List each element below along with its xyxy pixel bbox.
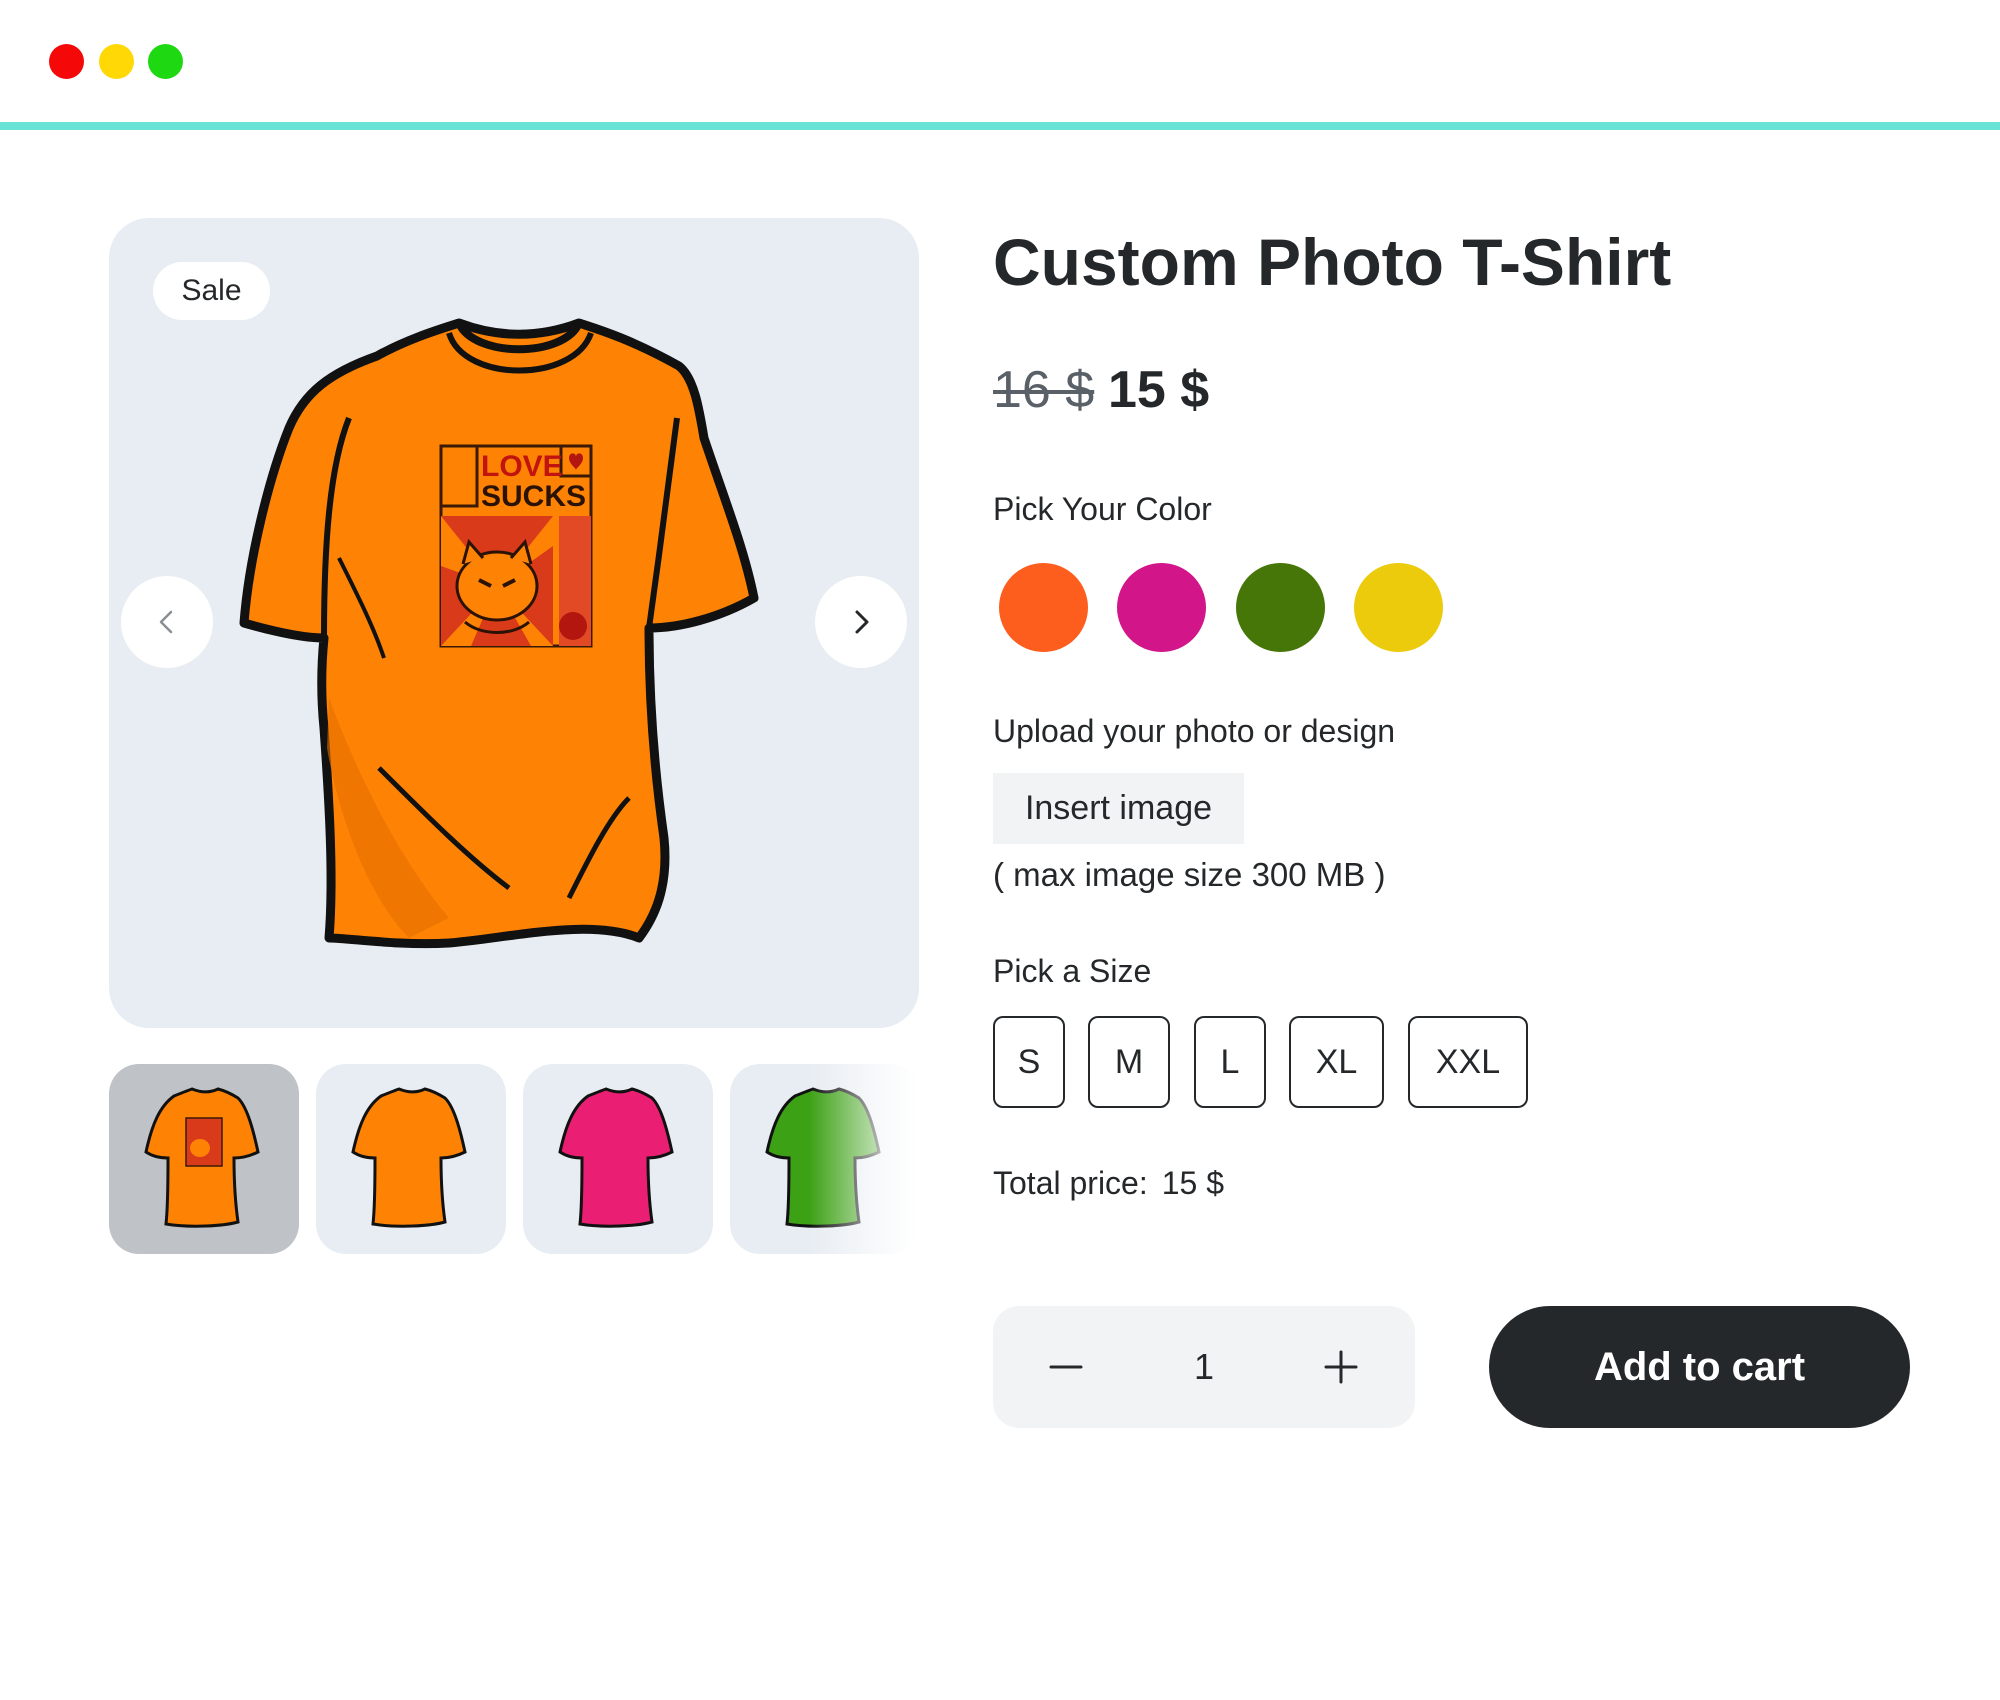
plus-icon bbox=[1324, 1350, 1358, 1384]
t-shirt-thumbnail bbox=[351, 1087, 467, 1228]
size-option-xl[interactable]: XL bbox=[1289, 1016, 1384, 1108]
color-picker-label: Pick Your Color bbox=[993, 491, 1212, 527]
decrease-quantity-button[interactable] bbox=[1036, 1337, 1096, 1397]
upload-label: Upload your photo or design bbox=[993, 713, 1396, 749]
quantity-stepper: 1 bbox=[993, 1306, 1415, 1428]
svg-text:LOVE: LOVE bbox=[481, 450, 563, 483]
increase-quantity-button[interactable] bbox=[1311, 1337, 1371, 1397]
add-to-cart-button[interactable]: Add to cart bbox=[1489, 1306, 1910, 1428]
t-shirt-thumbnail bbox=[765, 1087, 881, 1228]
thumbnail-strip bbox=[109, 1064, 919, 1254]
thumbnail-orange[interactable] bbox=[316, 1064, 506, 1254]
thumbnail-pink[interactable] bbox=[523, 1064, 713, 1254]
total-price: Total price: 15 $ bbox=[993, 1163, 1224, 1203]
size-option-m[interactable]: M bbox=[1088, 1016, 1170, 1108]
maximize-window-button[interactable] bbox=[148, 44, 183, 79]
size-option-xxl[interactable]: XXL bbox=[1408, 1016, 1528, 1108]
size-picker-label: Pick a Size bbox=[993, 953, 1152, 989]
original-price: 16 $ bbox=[993, 361, 1095, 419]
svg-text:SUCKS: SUCKS bbox=[481, 480, 586, 513]
minimize-window-button[interactable] bbox=[99, 44, 134, 79]
sale-price: 15 $ bbox=[1108, 361, 1210, 419]
color-swatch-orange[interactable] bbox=[999, 563, 1088, 652]
insert-image-button[interactable]: Insert image bbox=[993, 773, 1244, 844]
window-title-bar bbox=[0, 0, 2000, 130]
color-swatch-yellow[interactable] bbox=[1354, 563, 1443, 652]
minus-icon bbox=[1049, 1365, 1083, 1369]
next-image-button[interactable] bbox=[815, 576, 907, 668]
color-swatch-green[interactable] bbox=[1236, 563, 1325, 652]
size-option-s[interactable]: S bbox=[993, 1016, 1065, 1108]
close-window-button[interactable] bbox=[49, 44, 84, 79]
product-title: Custom Photo T-Shirt bbox=[993, 225, 1672, 299]
thumbnail-green[interactable] bbox=[730, 1064, 919, 1254]
product-main-image: Sale LOVE SUCKS bbox=[109, 218, 919, 1028]
t-shirt-image: LOVE SUCKS bbox=[239, 318, 759, 949]
thumbnail-orange-printed[interactable] bbox=[109, 1064, 299, 1254]
size-option-l[interactable]: L bbox=[1194, 1016, 1266, 1108]
quantity-value[interactable]: 1 bbox=[1164, 1337, 1244, 1397]
color-swatch-magenta[interactable] bbox=[1117, 563, 1206, 652]
chevron-right-icon bbox=[855, 610, 869, 634]
previous-image-button[interactable] bbox=[121, 576, 213, 668]
upload-size-hint: ( max image size 300 MB ) bbox=[993, 856, 1386, 893]
total-price-value: 15 $ bbox=[1161, 1165, 1225, 1201]
t-shirt-thumbnail bbox=[144, 1087, 260, 1228]
total-price-label: Total price: bbox=[993, 1165, 1148, 1201]
chevron-left-icon bbox=[159, 610, 173, 634]
t-shirt-thumbnail bbox=[558, 1087, 674, 1228]
